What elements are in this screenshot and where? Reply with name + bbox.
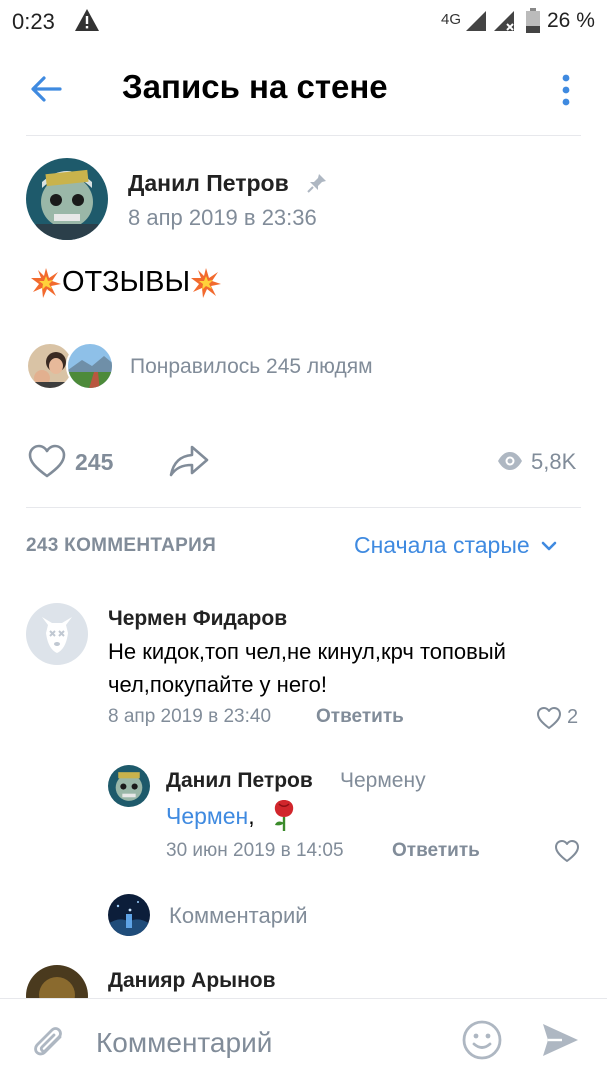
status-time: 0:23 <box>12 9 55 34</box>
reply-button[interactable]: Ответить <box>316 706 404 728</box>
chevron-down-icon <box>541 541 556 550</box>
avatar[interactable] <box>108 765 150 807</box>
heart-icon[interactable] <box>536 706 562 730</box>
my-avatar <box>108 894 150 936</box>
battery-percent: 26 % <box>547 9 595 32</box>
mention-link[interactable]: Чермен <box>166 803 248 829</box>
heart-icon[interactable] <box>28 444 66 478</box>
likers-avatars[interactable] <box>26 342 118 392</box>
app-header: Запись на стене <box>0 44 607 136</box>
smile-icon[interactable] <box>461 1019 503 1061</box>
comment-composer <box>0 998 607 1080</box>
avatar[interactable] <box>26 603 88 665</box>
arrow-left-icon[interactable] <box>26 68 68 110</box>
network-type: 4G <box>441 11 462 28</box>
signal-icon <box>466 11 486 31</box>
rose-emoji-icon <box>274 800 294 831</box>
comments-sort-button[interactable]: Сначала старые <box>354 532 560 559</box>
warning-icon <box>75 9 99 31</box>
view-count: 5,8K <box>531 449 577 474</box>
sort-label: Сначала старые <box>354 532 530 558</box>
reply-to[interactable]: Чермену <box>340 769 426 793</box>
comment-text: Не кидок,топ чел,не кинул,крч топовый че… <box>108 639 506 697</box>
comments-count: 243 КОММЕНТАРИЯ <box>26 535 217 556</box>
comment-date: 30 июн 2019 в 14:05 <box>166 840 344 861</box>
liked-by-text[interactable]: Понравилось 245 людям <box>130 355 373 379</box>
heart-icon[interactable] <box>554 839 580 863</box>
comment-author[interactable]: Чермен Фидаров <box>108 607 287 631</box>
paperclip-icon[interactable] <box>28 1021 68 1061</box>
divider <box>26 507 581 508</box>
post-author[interactable]: Данил Петров <box>128 170 289 197</box>
send-icon[interactable] <box>540 1021 580 1059</box>
post-text: ОТЗЫВЫ <box>30 266 222 299</box>
share-icon[interactable] <box>168 444 210 478</box>
avatar <box>66 342 114 390</box>
more-vertical-icon[interactable] <box>556 70 576 110</box>
comment-input[interactable] <box>96 1023 416 1063</box>
collision-emoji-icon <box>191 267 222 298</box>
battery-icon <box>526 8 540 33</box>
author-avatar[interactable] <box>26 158 108 240</box>
pin-icon <box>307 174 326 193</box>
signal-no-data-icon <box>494 11 514 31</box>
comment-text: Чермен, <box>166 798 299 833</box>
collision-emoji-icon <box>31 267 61 298</box>
reply-button[interactable]: Ответить <box>392 840 480 862</box>
comment-like-count: 2 <box>567 706 579 728</box>
post-text-content: ОТЗЫВЫ <box>62 266 191 298</box>
post-date: 8 апр 2019 в 23:36 <box>128 205 317 230</box>
like-count[interactable]: 245 <box>75 449 113 476</box>
status-bar: 0:23 4G 26 % <box>0 0 607 44</box>
comment-author[interactable]: Данил Петров <box>166 769 313 793</box>
divider <box>26 135 581 136</box>
page-title: Запись на стене <box>122 68 388 105</box>
comment-date: 8 апр 2019 в 23:40 <box>108 706 272 727</box>
reply-input-placeholder[interactable]: Комментарий <box>169 903 308 929</box>
eye-icon <box>498 452 522 470</box>
post-actions: 245 5,8K <box>0 436 607 488</box>
comment-author[interactable]: Данияр Арынов <box>108 969 276 993</box>
